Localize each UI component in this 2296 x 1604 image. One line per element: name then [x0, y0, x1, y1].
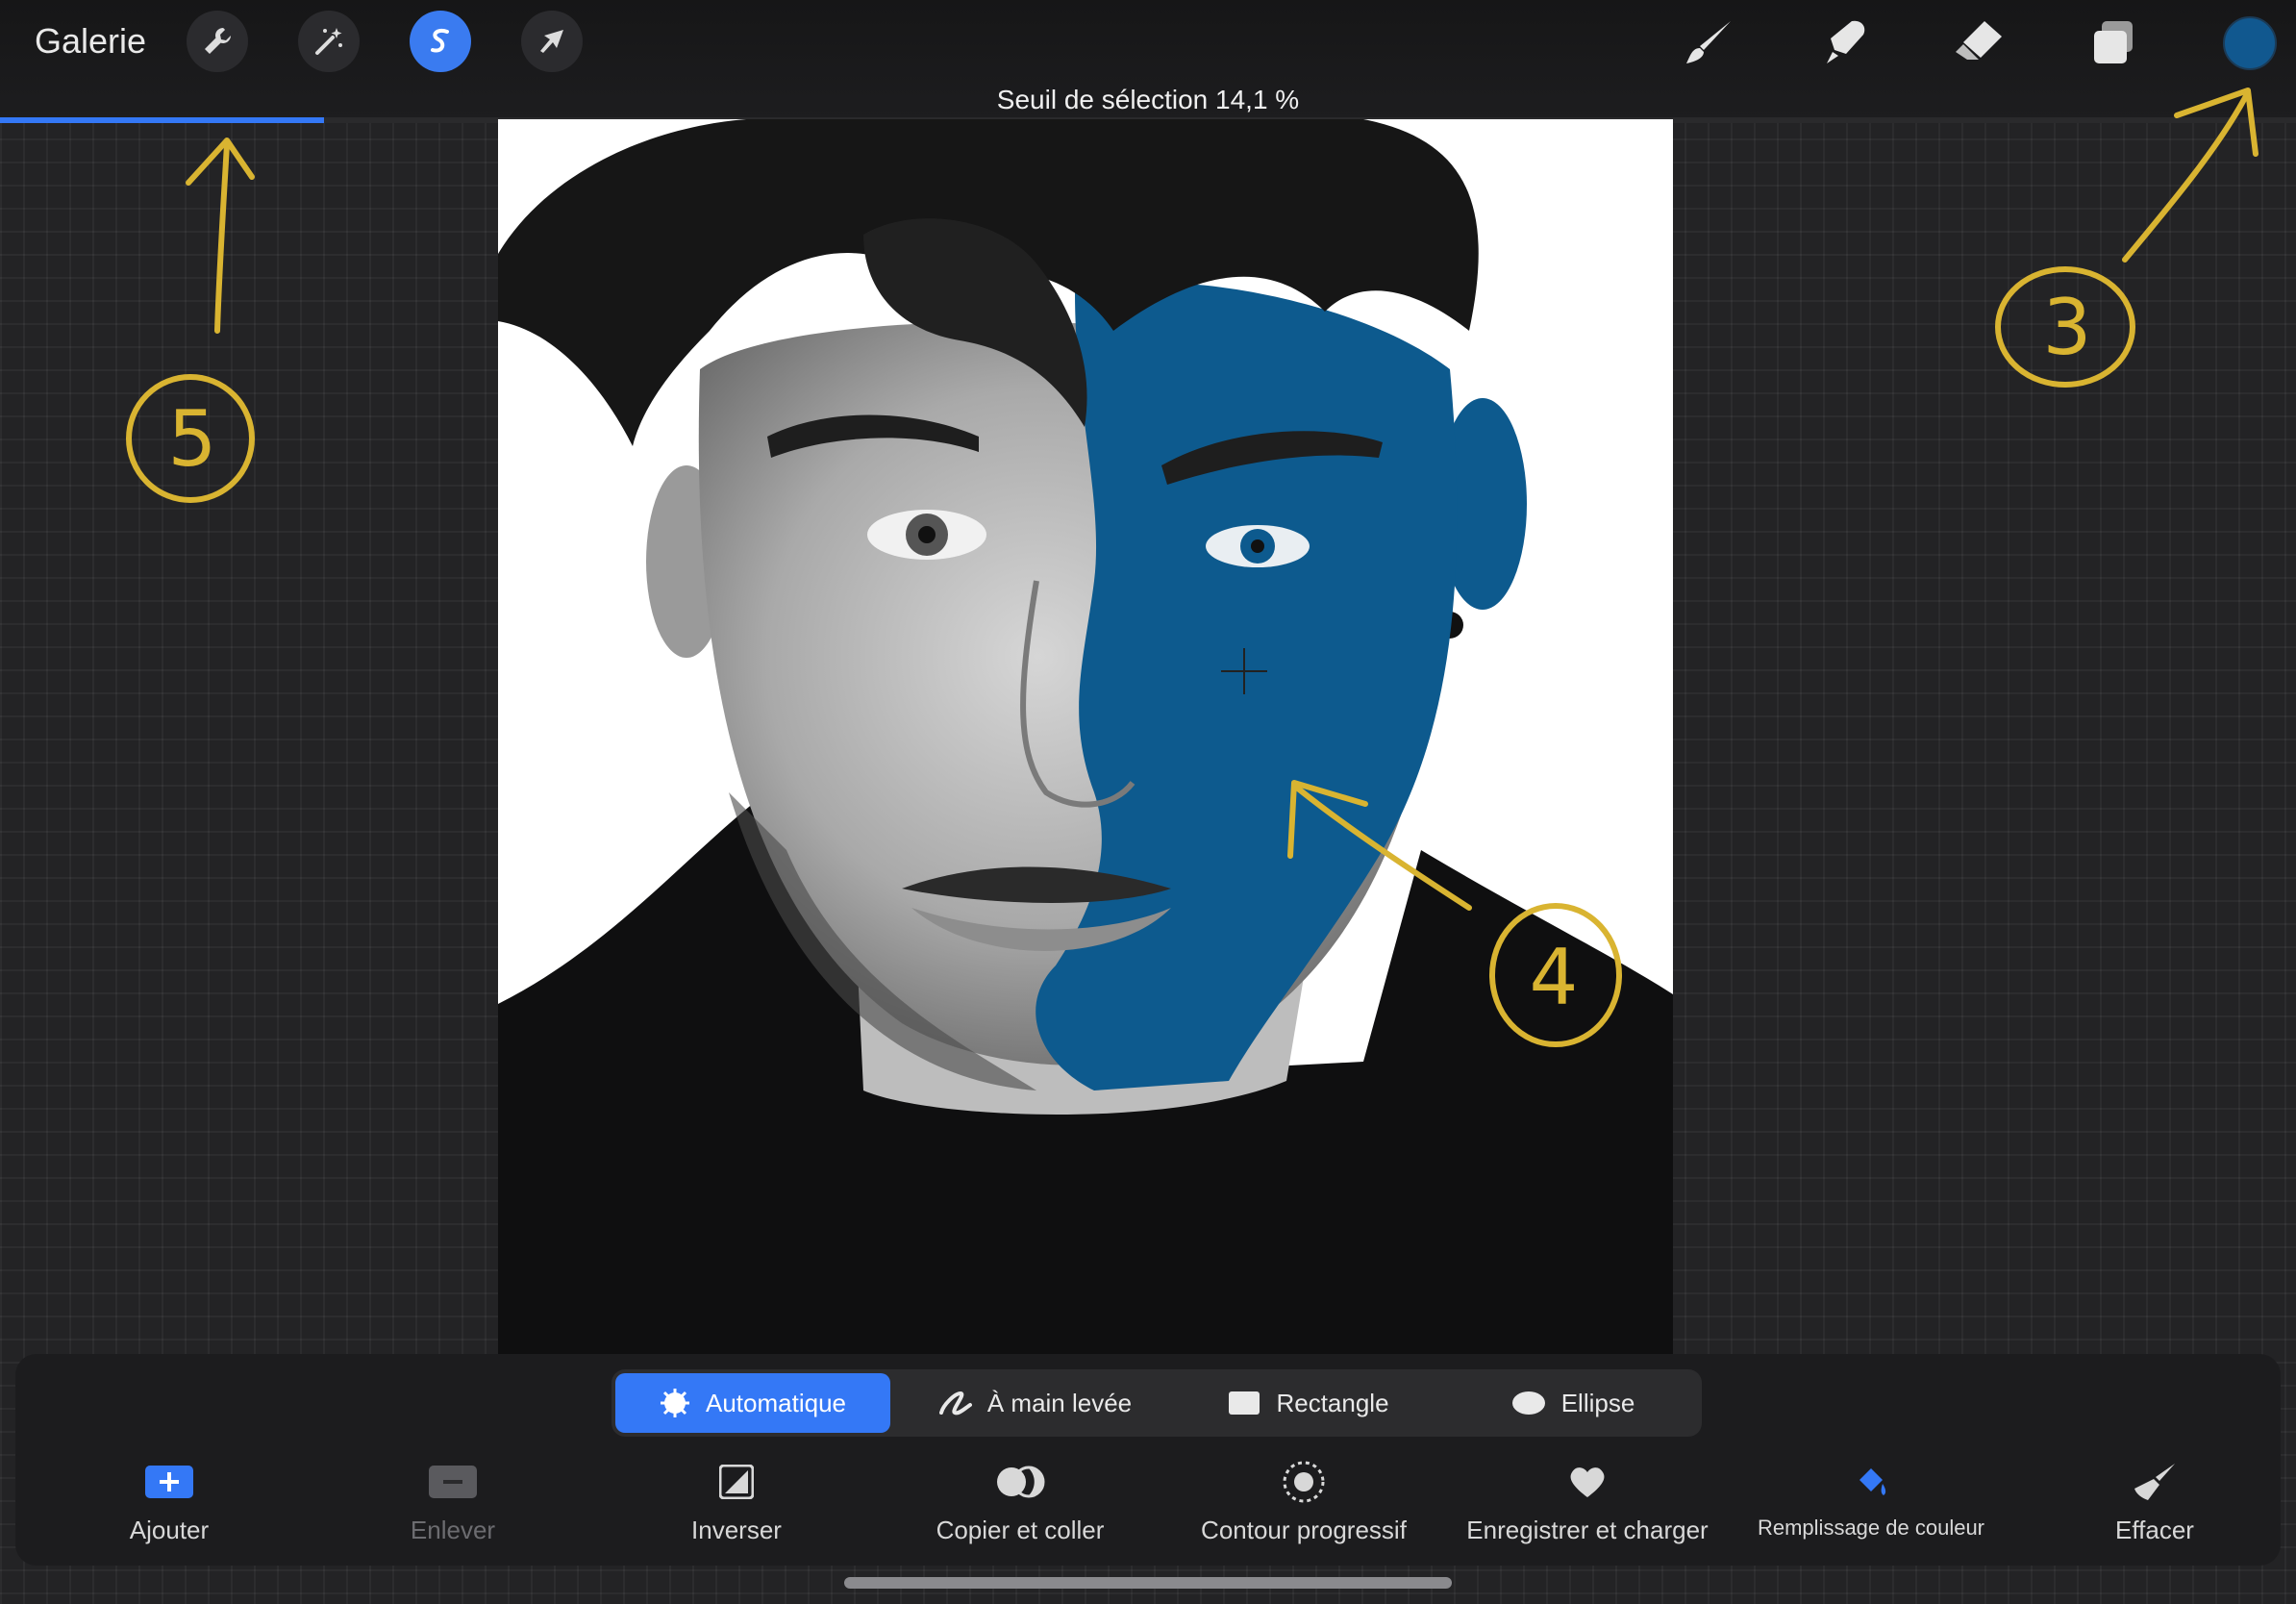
- layers-icon[interactable]: [2084, 13, 2142, 71]
- portrait-artwork: [498, 119, 1673, 1354]
- smudge-icon[interactable]: [1815, 13, 1873, 71]
- color-fill-icon: [1859, 1468, 1886, 1495]
- rectangle-icon: [1229, 1391, 1260, 1415]
- invert-icon: [719, 1465, 754, 1499]
- selection-threshold-label: Seuil de sélection 14,1 %: [996, 85, 1300, 114]
- magic-wand-icon[interactable]: [298, 11, 360, 72]
- mode-automatique[interactable]: Automatique: [615, 1373, 890, 1433]
- wrench-icon[interactable]: [187, 11, 248, 72]
- gallery-button[interactable]: Galerie: [35, 21, 146, 62]
- feather-button[interactable]: Contour progressif: [1169, 1460, 1438, 1545]
- save-load-button[interactable]: Enregistrer et charger: [1453, 1460, 1722, 1545]
- invert-button[interactable]: Inverser: [602, 1460, 871, 1545]
- selection-mode-bar: Automatique À main levée Rectangle Ellip…: [611, 1369, 1702, 1437]
- copy-paste-button[interactable]: Copier et coller: [886, 1460, 1155, 1545]
- transform-arrow-icon[interactable]: [521, 11, 583, 72]
- clear-button[interactable]: Effacer: [2020, 1460, 2289, 1545]
- mode-main-levee[interactable]: À main levée: [900, 1373, 1169, 1433]
- minus-icon: [429, 1466, 477, 1498]
- top-toolbar: Galerie Seuil de sélection 14,1 %: [0, 0, 2296, 119]
- drawing-canvas[interactable]: [498, 119, 1673, 1354]
- selection-icon[interactable]: [410, 11, 471, 72]
- clear-brush-icon: [2134, 1464, 2175, 1500]
- color-swatch[interactable]: [2223, 16, 2277, 70]
- copy-paste-icon: [997, 1466, 1045, 1498]
- auto-starburst-icon: [661, 1389, 689, 1417]
- threshold-fill: [0, 117, 324, 123]
- ellipse-icon: [1511, 1391, 1545, 1415]
- plus-icon: [145, 1466, 193, 1498]
- home-indicator: [844, 1577, 1452, 1589]
- eraser-icon[interactable]: [1950, 13, 2008, 71]
- brush-icon[interactable]: [1681, 13, 1738, 71]
- feather-icon: [1283, 1461, 1325, 1503]
- color-fill-button[interactable]: Remplissage de couleur: [1736, 1460, 2006, 1541]
- heart-icon: [1570, 1467, 1605, 1497]
- mode-rectangle[interactable]: Rectangle: [1179, 1373, 1438, 1433]
- add-button[interactable]: Ajouter: [35, 1460, 304, 1545]
- selection-panel: Automatique À main levée Rectangle Ellip…: [15, 1354, 2281, 1566]
- freehand-icon: [938, 1391, 972, 1416]
- mode-ellipse[interactable]: Ellipse: [1448, 1373, 1698, 1433]
- remove-button[interactable]: Enlever: [318, 1460, 587, 1545]
